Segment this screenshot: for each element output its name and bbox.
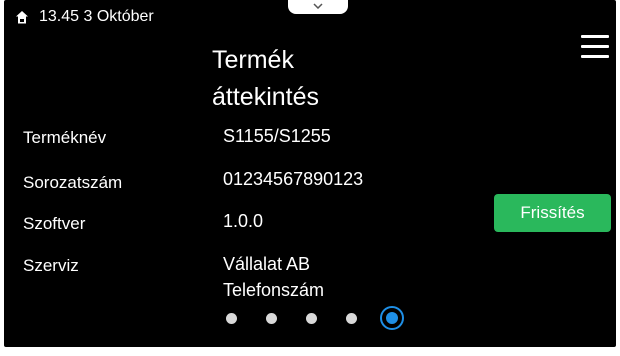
software-label: Szoftver	[23, 214, 86, 233]
page-dot-2[interactable]	[266, 312, 277, 324]
service-company: Vállalat AB	[223, 254, 311, 274]
page-dot-4[interactable]	[346, 312, 357, 324]
page-title: Termék áttekintés	[212, 42, 432, 116]
product-name-label: Terméknév	[23, 128, 107, 147]
pull-down-tab[interactable]	[288, 0, 348, 14]
device-screen: 13.45 3 Október Termék áttekintés Termék…	[4, 0, 616, 347]
page-indicator	[226, 305, 404, 331]
page-title-line-2: áttekintés	[212, 83, 320, 111]
update-button[interactable]: Frissítés	[494, 194, 611, 232]
chevron-down-icon	[313, 0, 323, 14]
service-value: Vállalat AB Telefonszám	[223, 251, 324, 303]
page-dot-5-active[interactable]	[380, 306, 404, 330]
status-datetime: 13.45 3 Október	[39, 8, 154, 25]
status-bar: 13.45 3 Október	[15, 7, 154, 27]
serial-number-value: 01234567890123	[223, 169, 364, 189]
service-phone: Telefonszám	[223, 280, 325, 300]
page-dot-1[interactable]	[226, 312, 237, 324]
software-version-value: 1.0.0	[223, 211, 264, 231]
hamburger-menu-icon[interactable]	[581, 35, 609, 59]
product-name-value: S1155/S1255	[223, 126, 331, 146]
serial-number-label: Sorozatszám	[23, 173, 123, 192]
service-label: Szerviz	[23, 256, 79, 275]
page-title-line-1: Termék	[212, 46, 294, 74]
house-icon	[15, 10, 29, 24]
page-dot-3[interactable]	[306, 312, 317, 324]
